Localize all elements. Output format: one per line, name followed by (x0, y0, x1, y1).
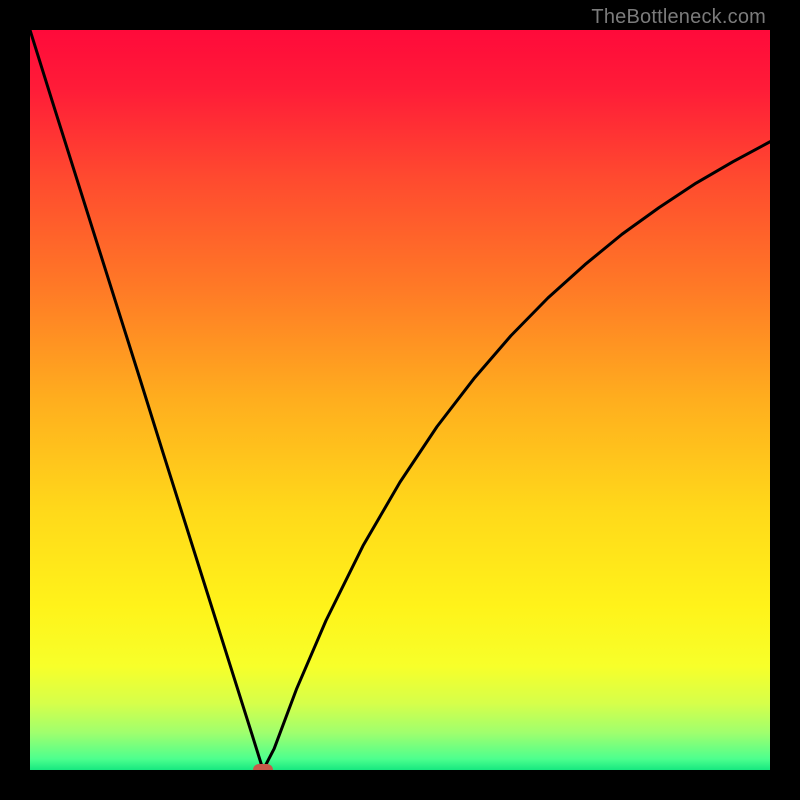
chart-frame: TheBottleneck.com (0, 0, 800, 800)
plot-area (30, 30, 770, 770)
bottleneck-curve (30, 30, 770, 770)
curve-layer (30, 30, 770, 770)
watermark-text: TheBottleneck.com (591, 6, 766, 29)
optimal-point-marker (253, 764, 273, 770)
